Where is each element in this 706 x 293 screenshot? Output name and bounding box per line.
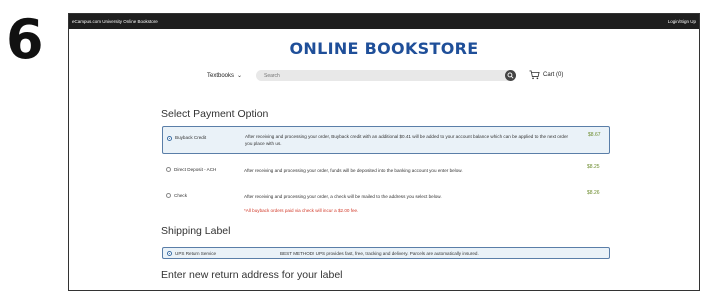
payment-option-label: Direct Deposit - ACH [174, 167, 217, 172]
shipping-option-description: BEST METHOD! UPS provides fast, free, tr… [280, 251, 479, 256]
shipping-option-ups[interactable]: UPS Return Service BEST METHOD! UPS prov… [162, 247, 610, 259]
payment-option-amount: $8.67 [588, 132, 601, 138]
cart-icon [529, 70, 540, 80]
payment-option-direct-deposit[interactable]: Direct Deposit - ACH After receiving and… [162, 164, 610, 176]
cart-link[interactable]: Cart (0) [529, 70, 563, 80]
payment-option-amount: $8.25 [587, 164, 600, 170]
radio-button[interactable] [166, 193, 171, 198]
return-address-heading: Enter new return address for your label [161, 269, 343, 281]
payment-option-description: After receiving and processing your orde… [245, 134, 569, 146]
textbooks-menu[interactable]: Textbooks ⌄ [207, 72, 243, 80]
site-name: eCampus.com University Online Bookstore [72, 19, 158, 24]
payment-option-description: After receiving and processing your orde… [244, 194, 442, 199]
payment-option-label: Check [174, 193, 188, 198]
radio-button[interactable] [167, 251, 172, 256]
check-fee-warning: *All buyback orders paid via check will … [244, 208, 359, 213]
nav-bar: Textbooks ⌄ Cart (0) [69, 70, 699, 84]
step-number: 6 [6, 8, 44, 71]
shipping-heading: Shipping Label [161, 225, 231, 237]
payment-option-amount: $8.26 [587, 190, 600, 196]
search-icon [507, 72, 514, 79]
search-button[interactable] [505, 70, 516, 81]
shipping-option-label: UPS Return Service [175, 251, 217, 256]
payment-option-description: After receiving and processing your orde… [244, 168, 463, 173]
cart-label: Cart (0) [543, 72, 564, 78]
chevron-down-icon: ⌄ [237, 73, 243, 79]
payment-heading: Select Payment Option [161, 108, 269, 120]
radio-button[interactable] [166, 167, 171, 172]
payment-option-check[interactable]: Check After receiving and processing you… [162, 190, 610, 202]
browser-screen: eCampus.com University Online Bookstore … [68, 13, 700, 291]
login-signup-link[interactable]: Login/Sign Up [668, 19, 696, 24]
site-title: ONLINE BOOKSTORE [289, 39, 479, 58]
search-input[interactable] [256, 70, 514, 81]
top-bar: eCampus.com University Online Bookstore … [69, 14, 699, 29]
textbooks-label: Textbooks [207, 72, 235, 79]
radio-button[interactable] [167, 136, 172, 141]
payment-option-label: Buyback Credit [175, 135, 207, 140]
payment-option-buyback-credit[interactable]: Buyback Credit After receiving and proce… [162, 126, 610, 154]
